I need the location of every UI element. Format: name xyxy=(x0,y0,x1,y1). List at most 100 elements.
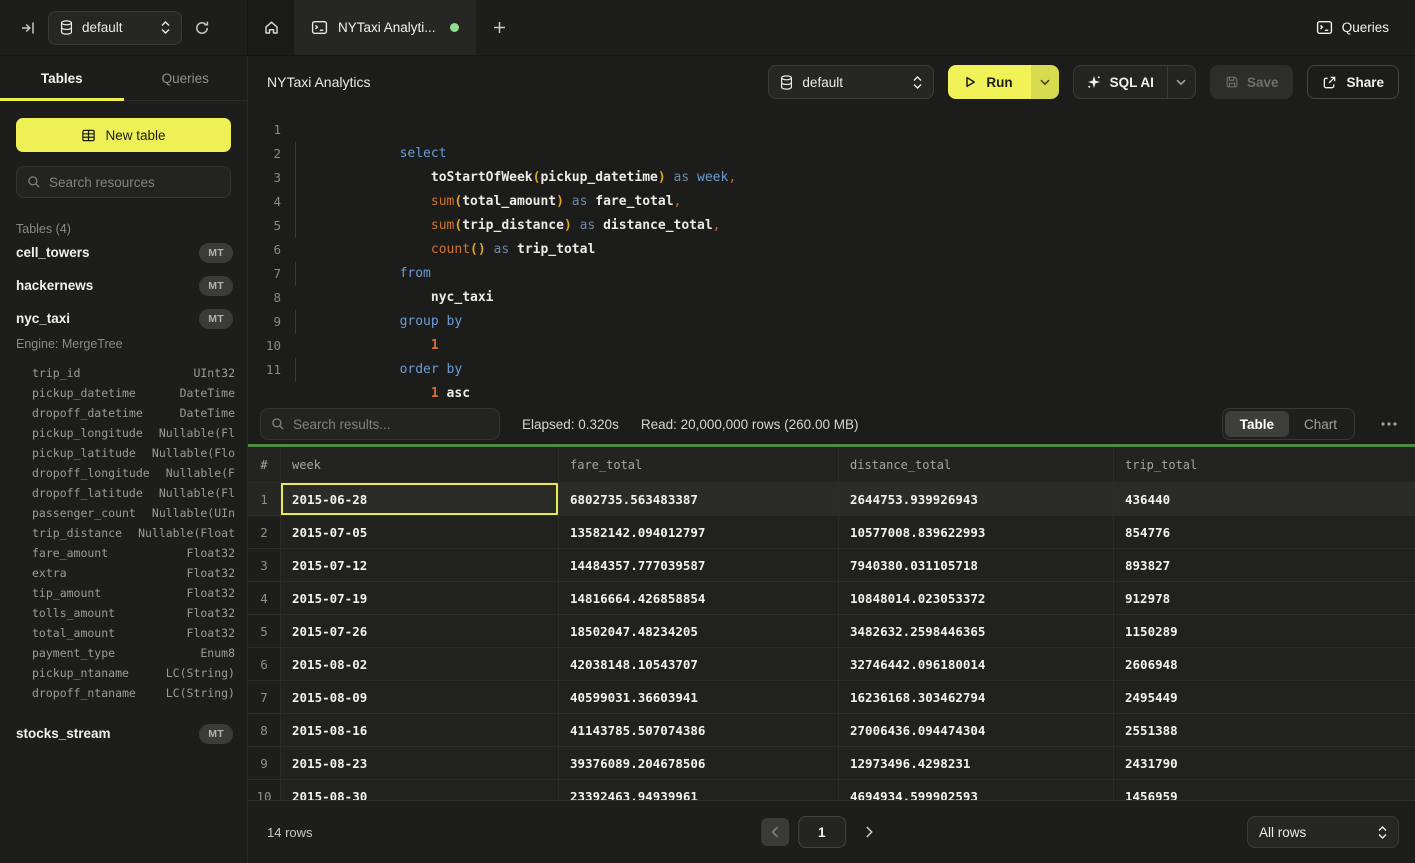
sql-ai-button[interactable]: SQL AI xyxy=(1074,66,1167,98)
save-button[interactable]: Save xyxy=(1210,65,1294,99)
cell-trip-total[interactable]: 2606948 xyxy=(1113,648,1415,680)
column-header[interactable]: week xyxy=(280,447,558,482)
column-header[interactable]: distance_total xyxy=(838,447,1113,482)
cell-distance-total[interactable]: 7940380.031105718 xyxy=(838,549,1113,581)
column-header[interactable]: trip_total xyxy=(1113,447,1415,482)
cell-trip-total[interactable]: 912978 xyxy=(1113,582,1415,614)
database-selector[interactable]: default xyxy=(48,11,182,45)
sql-editor[interactable]: 1 select 2 toStartOfWeek(pickup_datetime… xyxy=(248,108,1415,404)
editor-line: 2 toStartOfWeek(pickup_datetime) as week… xyxy=(255,142,1415,166)
database-icon xyxy=(60,20,73,35)
sidebar-table-item[interactable]: hackernews MT xyxy=(0,269,247,302)
column-name: pickup_datetime xyxy=(32,386,136,400)
current-page[interactable]: 1 xyxy=(798,816,846,848)
results-search-input[interactable] xyxy=(293,417,489,432)
column-header[interactable]: fare_total xyxy=(558,447,838,482)
table-row: 8 2015-08-16 41143785.507074386 27006436… xyxy=(248,714,1415,747)
column-name: passenger_count xyxy=(32,506,136,520)
cell-fare-total[interactable]: 13582142.094012797 xyxy=(558,516,838,548)
cell-distance-total[interactable]: 16236168.303462794 xyxy=(838,681,1113,713)
cell-fare-total[interactable]: 40599031.36603941 xyxy=(558,681,838,713)
refresh-icon[interactable] xyxy=(194,20,210,36)
resource-search-input[interactable] xyxy=(49,175,220,190)
pagination: 1 xyxy=(761,816,883,848)
cell-fare-total[interactable]: 41143785.507074386 xyxy=(558,714,838,746)
table-name: hackernews xyxy=(16,278,199,293)
cell-trip-total[interactable]: 893827 xyxy=(1113,549,1415,581)
cell-week[interactable]: 2015-08-09 xyxy=(280,681,558,713)
sql-ai-caret[interactable] xyxy=(1167,66,1195,98)
sidebar-table-item[interactable]: cell_towers MT xyxy=(0,236,247,269)
cell-distance-total[interactable]: 10848014.023053372 xyxy=(838,582,1113,614)
queries-topbar-button[interactable]: Queries xyxy=(1316,0,1415,55)
cell-week[interactable]: 2015-08-23 xyxy=(280,747,558,779)
next-page-button[interactable] xyxy=(855,818,883,846)
cell-week[interactable]: 2015-08-30 xyxy=(280,780,558,800)
column-name: payment_type xyxy=(32,646,115,660)
cell-trip-total[interactable]: 854776 xyxy=(1113,516,1415,548)
cell-fare-total[interactable]: 14816664.426858854 xyxy=(558,582,838,614)
cell-trip-total[interactable]: 2551388 xyxy=(1113,714,1415,746)
column-row: tip_amount Float32 xyxy=(0,583,247,603)
cell-distance-total[interactable]: 32746442.096180014 xyxy=(838,648,1113,680)
table-row: 6 2015-08-02 42038148.10543707 32746442.… xyxy=(248,648,1415,681)
column-type: Nullable(Fl xyxy=(159,426,235,440)
more-options-icon[interactable] xyxy=(1377,422,1401,426)
new-table-button[interactable]: New table xyxy=(16,118,231,152)
run-button[interactable]: Run xyxy=(948,65,1030,99)
cell-trip-total[interactable]: 1150289 xyxy=(1113,615,1415,647)
view-toggle-table[interactable]: Table xyxy=(1225,411,1289,437)
cell-week[interactable]: 2015-06-28 xyxy=(280,483,558,515)
cell-trip-total[interactable]: 2495449 xyxy=(1113,681,1415,713)
cell-week[interactable]: 2015-07-12 xyxy=(280,549,558,581)
cell-distance-total[interactable]: 4694934.599902593 xyxy=(838,780,1113,800)
cell-fare-total[interactable]: 23392463.94939961 xyxy=(558,780,838,800)
sidebar: Tables Queries New table Tables (4) xyxy=(0,56,248,863)
cell-fare-total[interactable]: 39376089.204678506 xyxy=(558,747,838,779)
elapsed-stat: Elapsed: 0.320s xyxy=(522,417,619,432)
cell-distance-total[interactable]: 2644753.939926943 xyxy=(838,483,1113,515)
cell-distance-total[interactable]: 27006436.094474304 xyxy=(838,714,1113,746)
tab-nytaxi-analytics[interactable]: NYTaxi Analyti... xyxy=(294,0,476,55)
cell-fare-total[interactable]: 6802735.563483387 xyxy=(558,483,838,515)
editor-line: 4 sum(trip_distance) as distance_total, xyxy=(255,190,1415,214)
run-options-caret[interactable] xyxy=(1031,65,1059,99)
line-code: nyc_taxi xyxy=(290,262,494,286)
cell-fare-total[interactable]: 42038148.10543707 xyxy=(558,648,838,680)
database-icon xyxy=(780,75,793,90)
sidebar-table-item[interactable]: stocks_stream MT xyxy=(0,717,247,750)
cell-week[interactable]: 2015-07-05 xyxy=(280,516,558,548)
sql-token xyxy=(595,218,603,233)
cell-week[interactable]: 2015-08-16 xyxy=(280,714,558,746)
sidebar-tab-tables[interactable]: Tables xyxy=(0,56,124,100)
page-size-selector[interactable]: All rows xyxy=(1247,816,1399,848)
collapse-sidebar-icon[interactable] xyxy=(20,20,36,36)
view-toggle-chart[interactable]: Chart xyxy=(1289,411,1352,437)
prev-page-button[interactable] xyxy=(761,818,789,846)
cell-fare-total[interactable]: 14484357.777039587 xyxy=(558,549,838,581)
cell-trip-total[interactable]: 1456959 xyxy=(1113,780,1415,800)
column-name: extra xyxy=(32,566,67,580)
cell-distance-total[interactable]: 3482632.2598446365 xyxy=(838,615,1113,647)
cell-fare-total[interactable]: 18502047.48234205 xyxy=(558,615,838,647)
cell-week[interactable]: 2015-07-19 xyxy=(280,582,558,614)
sidebar-tab-queries[interactable]: Queries xyxy=(124,56,248,100)
share-button[interactable]: Share xyxy=(1307,65,1399,99)
row-index: 8 xyxy=(248,714,280,746)
share-label: Share xyxy=(1346,75,1384,90)
cell-distance-total[interactable]: 10577008.839622993 xyxy=(838,516,1113,548)
cell-week[interactable]: 2015-07-26 xyxy=(280,615,558,647)
view-toggle: Table Chart xyxy=(1222,408,1355,440)
query-database-selector[interactable]: default xyxy=(768,65,934,99)
cell-distance-total[interactable]: 12973496.4298231 xyxy=(838,747,1113,779)
cell-week[interactable]: 2015-08-02 xyxy=(280,648,558,680)
query-header: NYTaxi Analytics default xyxy=(248,56,1415,108)
cell-trip-total[interactable]: 436440 xyxy=(1113,483,1415,515)
queries-label: Queries xyxy=(1342,20,1389,35)
new-tab-button[interactable] xyxy=(476,0,524,55)
column-row: passenger_count Nullable(UIn xyxy=(0,503,247,523)
home-button[interactable] xyxy=(248,0,294,55)
row-count: 14 rows xyxy=(267,825,313,840)
cell-trip-total[interactable]: 2431790 xyxy=(1113,747,1415,779)
sidebar-table-item[interactable]: nyc_taxi MT xyxy=(0,302,247,335)
